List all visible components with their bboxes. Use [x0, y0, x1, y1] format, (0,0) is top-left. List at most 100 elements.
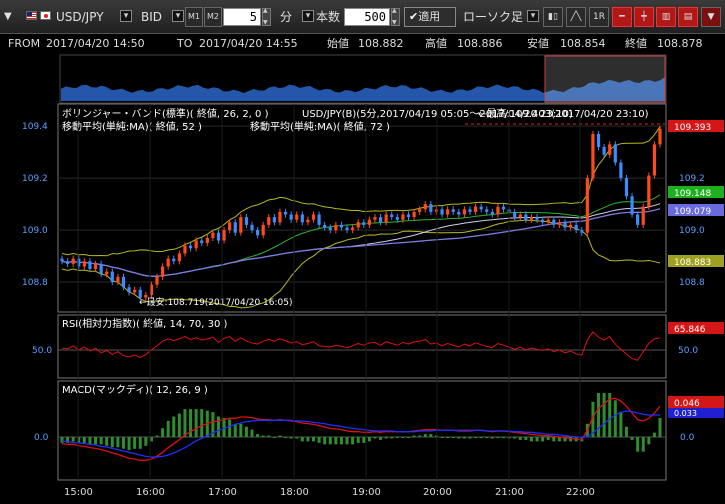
candle-body: [418, 209, 422, 212]
macd-hist-bar: [502, 437, 506, 438]
macd-hist-bar: [485, 437, 489, 438]
price-tick-label-right: 109.2: [679, 174, 705, 184]
macd-hist-bar: [116, 437, 120, 448]
dropdown-arrow-icon[interactable]: ▼: [4, 7, 12, 27]
candle-body: [496, 206, 500, 215]
bar-chart-icon[interactable]: ▮▯: [543, 7, 563, 27]
line-chart-icon[interactable]: ╱╲: [566, 7, 586, 27]
apply-button[interactable]: ✔適用: [404, 7, 456, 27]
print-icon[interactable]: ▤: [678, 7, 698, 27]
macd-hist-bar: [328, 437, 332, 445]
macd-hist-bar: [490, 437, 494, 439]
macd-hist-bar: [462, 437, 466, 439]
candle-body: [323, 224, 327, 228]
macd-hist-bar: [451, 437, 455, 438]
candle-body: [624, 178, 629, 197]
time-tick-label: 21:00: [495, 487, 524, 498]
candle-body: [160, 266, 165, 277]
candle-body: [535, 217, 539, 220]
symbol-dropdown-button[interactable]: ▾: [120, 10, 132, 22]
candle-body: [473, 206, 478, 212]
macd-hist-bar: [546, 437, 550, 440]
bollinger-legend: ボリンジャー・バンド(標準)( 終値, 26, 2, 0 ): [62, 107, 269, 120]
macd-hist-bar: [401, 437, 405, 438]
symbol-select[interactable]: USD/JPY: [56, 7, 104, 27]
macd-tick-left: 0.0: [34, 433, 49, 443]
candle-body: [216, 232, 221, 241]
macd-hist-bar: [278, 435, 282, 437]
macd-hist-bar: [99, 437, 103, 445]
candle-body: [155, 276, 159, 285]
candle-body: [300, 214, 304, 223]
count-input[interactable]: 500: [344, 8, 390, 26]
open-value: 108.882: [358, 37, 404, 50]
candle-body: [518, 214, 522, 218]
candle-body: [228, 222, 232, 231]
interval-input[interactable]: 5: [223, 8, 261, 26]
candle-body: [233, 222, 237, 233]
candle-body: [295, 214, 299, 220]
candle-body: [339, 224, 344, 228]
candle-body: [289, 214, 293, 220]
macd-hist-bar: [284, 437, 288, 438]
candle-body: [479, 206, 483, 210]
macd-hist-bar: [138, 437, 142, 449]
ma72-legend: 移動平均(単純:MA)( 終値, 72 ): [250, 120, 390, 133]
close-tag-value: 109.393: [674, 123, 711, 133]
candle-body: [133, 289, 137, 293]
chart-type-select[interactable]: ローソク足: [463, 7, 523, 27]
m2-button[interactable]: M2: [204, 7, 222, 27]
macd-hist-bar: [529, 437, 533, 442]
candle-body: [423, 204, 427, 210]
candle-body: [116, 276, 120, 283]
macd-hist-bar: [524, 437, 528, 440]
price-tick-label-right: 109.0: [679, 226, 705, 236]
navigator-window[interactable]: [544, 55, 666, 103]
macd-hist-bar: [161, 428, 165, 437]
count-spinner[interactable]: [391, 7, 400, 26]
menu-dropdown-icon[interactable]: ▼: [701, 7, 721, 27]
interval-spinner[interactable]: [262, 7, 271, 26]
candle-body: [658, 128, 662, 145]
candle-body: [591, 133, 595, 179]
price-chart[interactable]: 109.4109.4109.2109.2109.0109.0108.8108.8…: [0, 54, 725, 504]
chart-settings-icon[interactable]: ▥: [656, 7, 676, 27]
macd-hist-bar: [60, 437, 64, 443]
candle-body: [306, 219, 310, 223]
m1-button[interactable]: M1: [185, 7, 203, 27]
one-r-button[interactable]: 1R: [589, 7, 609, 27]
side-select[interactable]: BID: [141, 7, 162, 27]
macd-hist-bar: [390, 437, 394, 439]
price-panel: [57, 103, 667, 313]
zoom-in-icon[interactable]: ┿: [634, 7, 654, 27]
candle-body: [121, 276, 126, 288]
candle-body: [585, 178, 589, 233]
candle-body: [222, 230, 226, 241]
macd-hist-bar: [446, 437, 450, 438]
chart-type-dropdown[interactable]: ▾: [527, 10, 539, 22]
macd-hist-bar: [457, 437, 461, 439]
side-dropdown-button[interactable]: ▾: [172, 10, 184, 22]
bb-lower-tag-value: 108.883: [674, 258, 711, 268]
macd-hist-bar: [474, 437, 478, 438]
candle-body: [328, 227, 332, 231]
zoom-out-icon[interactable]: ━: [612, 7, 632, 27]
candle-body: [563, 222, 567, 228]
macd-hist-bar: [110, 437, 114, 448]
interval-unit-dropdown[interactable]: ▾: [302, 10, 314, 22]
candle-body: [272, 217, 276, 223]
candle-body: [451, 209, 455, 212]
toolbar: ▼ USD/JPY ▾ BID ▾ M1 M2 5 分 ▾ 本数 500 ✔適用…: [0, 0, 725, 34]
candle-body: [602, 146, 606, 155]
macd-hist-bar: [496, 437, 500, 438]
candle-body: [334, 224, 338, 231]
macd-hist-bar: [300, 437, 304, 442]
candle-body: [513, 211, 517, 218]
candle-body: [93, 263, 98, 270]
bb-upper-tag-value: 109.148: [674, 189, 711, 199]
macd-hist-bar: [613, 400, 617, 437]
candle-body: [446, 209, 450, 215]
count-label: 本数: [316, 10, 341, 24]
candle-body: [580, 230, 584, 233]
rsi-tick-left: 50.0: [32, 346, 52, 356]
